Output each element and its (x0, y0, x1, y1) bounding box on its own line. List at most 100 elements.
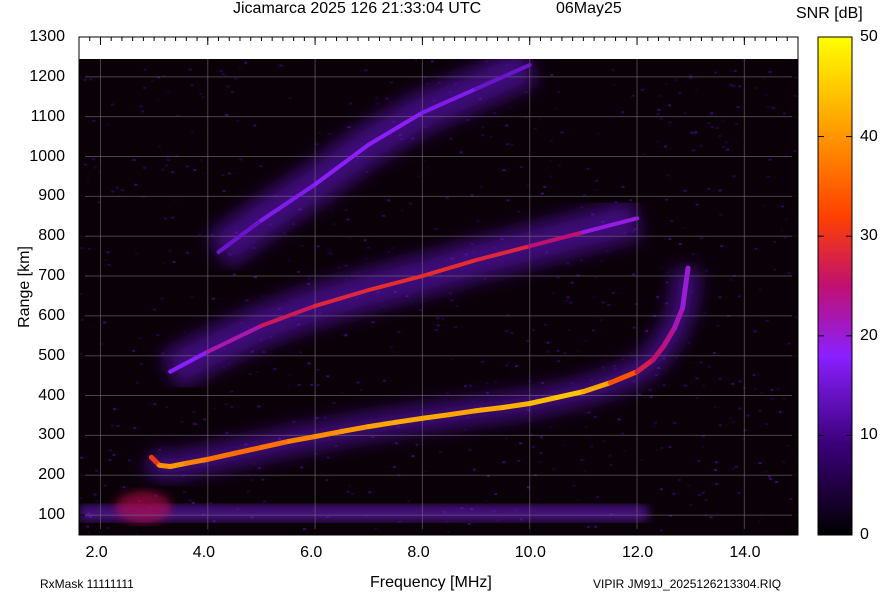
noise-pixel (375, 96, 379, 99)
noise-pixel (138, 336, 142, 339)
noise-pixel (705, 269, 709, 272)
noise-pixel (307, 362, 311, 365)
noise-pixel (287, 259, 291, 262)
noise-pixel (783, 236, 787, 239)
noise-pixel (430, 60, 434, 63)
noise-pixel (689, 503, 693, 506)
noise-pixel (583, 411, 587, 414)
noise-pixel (526, 339, 529, 342)
noise-pixel (642, 153, 646, 156)
noise-pixel (359, 389, 363, 391)
noise-pixel (350, 492, 354, 495)
y-tick-label: 300 (38, 426, 65, 444)
noise-pixel (735, 122, 739, 125)
noise-pixel (697, 294, 701, 297)
noise-pixel (234, 77, 238, 80)
y-tick-label: 900 (38, 187, 65, 205)
x-tick-label: 2.0 (85, 544, 108, 561)
noise-pixel (103, 321, 107, 324)
noise-pixel (199, 159, 203, 162)
noise-pixel (385, 97, 389, 100)
noise-pixel (709, 114, 713, 117)
noise-pixel (753, 330, 757, 333)
noise-pixel (517, 459, 521, 462)
noise-pixel (583, 194, 586, 196)
noise-pixel (236, 119, 240, 122)
noise-pixel (683, 384, 687, 387)
noise-pixel (86, 177, 90, 180)
noise-pixel (609, 464, 613, 466)
noise-pixel (133, 426, 137, 429)
noise-pixel (494, 380, 498, 383)
noise-pixel (472, 468, 476, 471)
noise-pixel (550, 73, 554, 76)
noise-pixel (103, 484, 107, 487)
noise-pixel (566, 296, 570, 299)
noise-pixel (194, 423, 198, 426)
noise-pixel (326, 375, 330, 378)
noise-pixel (183, 490, 186, 493)
noise-pixel (467, 522, 471, 525)
noise-pixel (136, 381, 140, 384)
noise-pixel (305, 61, 309, 63)
noise-pixel (583, 470, 586, 473)
noise-pixel (613, 84, 617, 86)
noise-pixel (608, 454, 612, 457)
noise-pixel (539, 118, 543, 121)
noise-pixel (459, 151, 463, 154)
noise-pixel (201, 96, 205, 99)
noise-pixel (307, 277, 311, 280)
noise-pixel (519, 442, 523, 445)
noise-pixel (415, 443, 419, 446)
noise-pixel (255, 371, 259, 373)
x-axis-label: Frequency [MHz] (370, 574, 492, 591)
noise-pixel (253, 463, 257, 466)
noise-pixel (436, 317, 440, 320)
noise-pixel (344, 334, 348, 337)
noise-pixel (664, 104, 668, 107)
noise-pixel (714, 469, 717, 471)
noise-pixel (718, 135, 722, 137)
noise-pixel (713, 405, 717, 408)
noise-pixel (773, 268, 777, 271)
noise-pixel (738, 85, 742, 88)
noise-pixel (704, 499, 708, 501)
noise-pixel (729, 278, 733, 281)
noise-pixel (718, 296, 722, 299)
noise-pixel (296, 271, 300, 273)
noise-pixel (479, 185, 483, 188)
noise-pixel (493, 112, 496, 114)
noise-pixel (611, 69, 615, 71)
noise-pixel (710, 126, 714, 129)
noise-pixel (665, 281, 669, 284)
noise-pixel (340, 391, 344, 394)
noise-pixel (683, 227, 687, 230)
noise-pixel (715, 482, 718, 485)
noise-pixel (692, 149, 695, 152)
noise-pixel (417, 175, 421, 178)
noise-pixel (506, 361, 510, 364)
noise-pixel (172, 260, 176, 263)
noise-pixel (79, 293, 83, 295)
noise-pixel (763, 77, 767, 80)
noise-pixel (387, 199, 391, 202)
noise-pixel (722, 145, 726, 148)
noise-pixel (371, 321, 375, 324)
plot-title: Jicamarca 2025 126 21:33:04 UTC (233, 0, 482, 17)
noise-pixel (630, 95, 634, 98)
noise-pixel (590, 445, 594, 448)
noise-pixel (494, 493, 498, 496)
noise-pixel (190, 131, 194, 134)
noise-pixel (596, 495, 600, 498)
noise-pixel (621, 432, 625, 435)
noise-pixel (468, 448, 472, 451)
noise-pixel (248, 373, 252, 375)
noise-pixel (668, 446, 672, 448)
y-tick-label: 1300 (29, 28, 65, 45)
noise-pixel (326, 456, 330, 459)
noise-pixel (464, 385, 467, 388)
noise-pixel (317, 131, 321, 134)
noise-pixel (446, 392, 450, 395)
noise-pixel (683, 190, 687, 192)
y-tick-label: 1000 (29, 147, 65, 165)
